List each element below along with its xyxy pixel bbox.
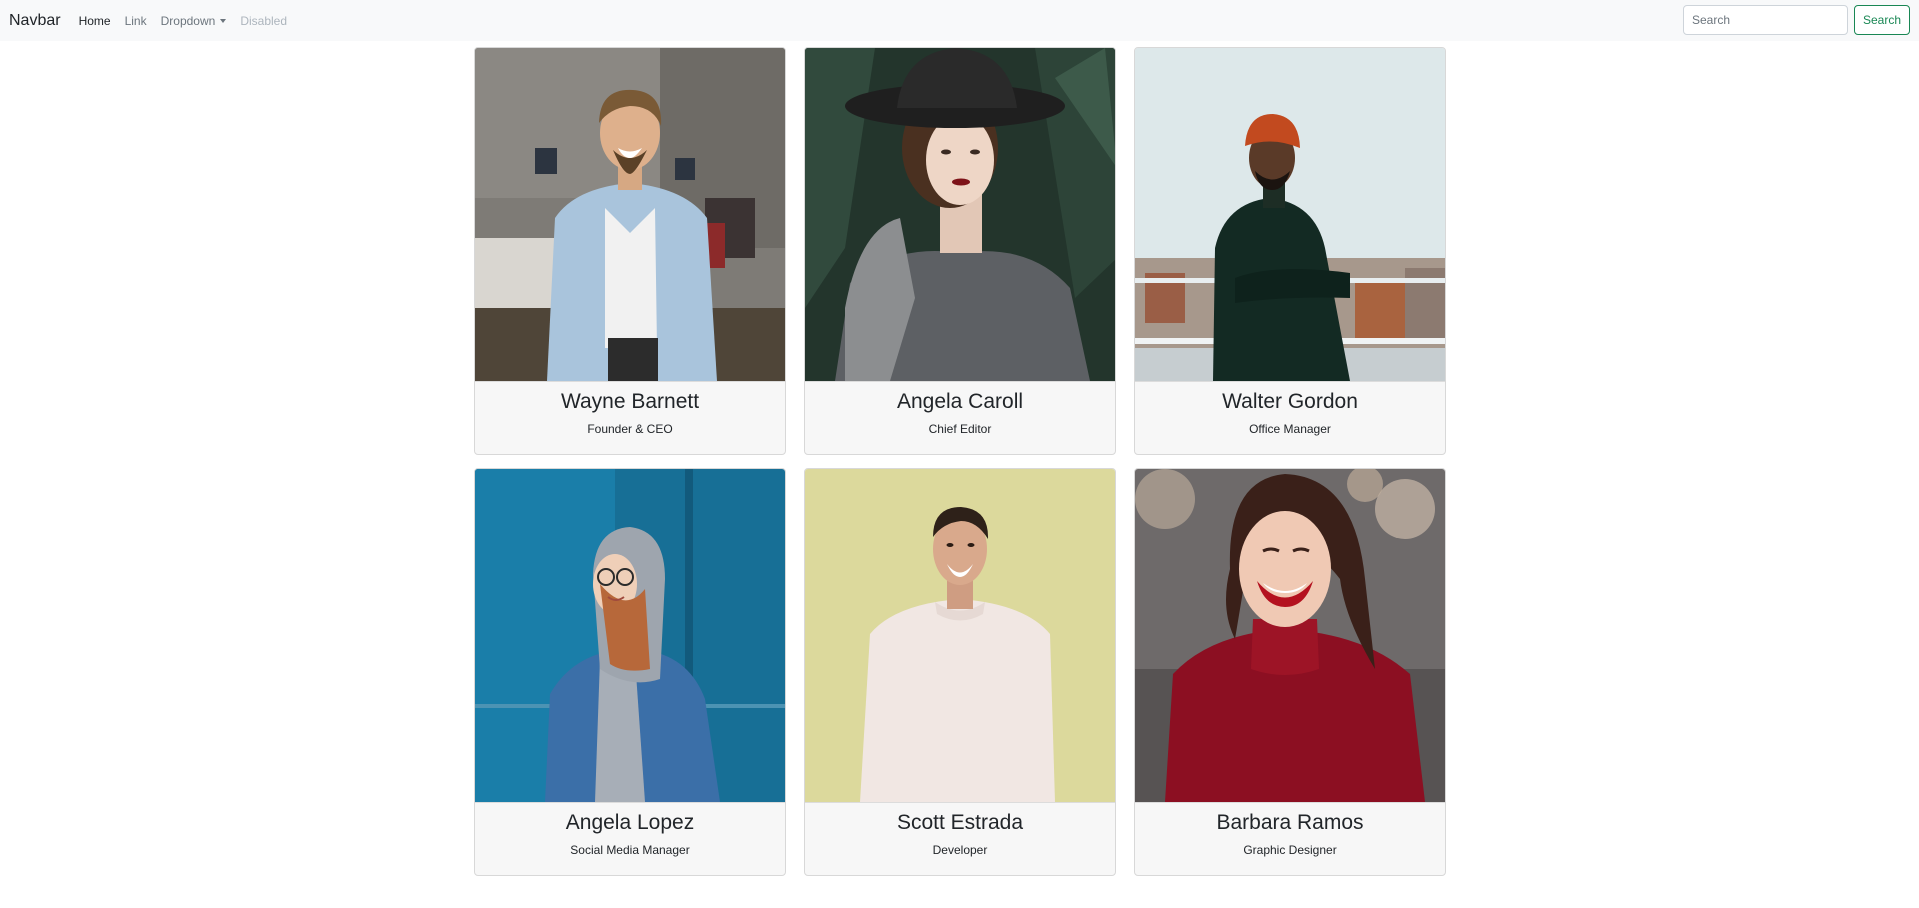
team-member-name: Angela Caroll (896, 390, 1024, 413)
team-photo (475, 48, 785, 381)
team-member-role: Founder & CEO (587, 422, 673, 436)
team-card: Scott Estrada Developer (804, 468, 1116, 876)
team-member-name: Wayne Barnett (560, 390, 700, 413)
team-card: Wayne Barnett Founder & CEO (474, 47, 786, 455)
nav-link-home[interactable]: Home (79, 14, 111, 28)
team-card-body: Wayne Barnett Founder & CEO (475, 381, 785, 454)
team-member-name: Walter Gordon (1222, 390, 1358, 413)
nav-link-link[interactable]: Link (125, 14, 147, 28)
team-photo (805, 469, 1115, 802)
team-photo (475, 469, 785, 802)
team-card-body: Angela Lopez Social Media Manager (475, 802, 785, 875)
team-photo (1135, 469, 1445, 802)
nav-dropdown-label: Dropdown (160, 13, 216, 28)
nav-dropdown-toggle[interactable]: Dropdown (161, 14, 227, 28)
team-member-role: Chief Editor (928, 422, 992, 436)
team-card: Angela Caroll Chief Editor (804, 47, 1116, 455)
team-card-body: Angela Caroll Chief Editor (805, 381, 1115, 454)
search-input[interactable] (1683, 5, 1848, 35)
team-member-role: Social Media Manager (570, 843, 690, 857)
team-grid: Wayne Barnett Founder & CEO Angela Carol… (474, 47, 1447, 876)
team-member-role: Office Manager (1249, 422, 1331, 436)
team-member-name: Scott Estrada (896, 811, 1024, 834)
team-member-role: Graphic Designer (1243, 843, 1337, 857)
team-member-role: Developer (932, 843, 988, 857)
team-photo (1135, 48, 1445, 381)
team-member-name: Angela Lopez (565, 811, 695, 834)
nav-link-disabled: Disabled (240, 13, 288, 28)
team-card: Barbara Ramos Graphic Designer (1134, 468, 1446, 876)
team-card-body: Barbara Ramos Graphic Designer (1135, 802, 1445, 875)
navbar-brand[interactable]: Navbar (9, 12, 61, 30)
team-card-body: Scott Estrada Developer (805, 802, 1115, 875)
team-card-body: Walter Gordon Office Manager (1135, 381, 1445, 454)
search-button[interactable]: Search (1854, 5, 1910, 35)
team-card: Angela Lopez Social Media Manager (474, 468, 786, 876)
team-member-name: Barbara Ramos (1216, 811, 1364, 834)
navbar: Navbar Home Link Dropdown Disabled Searc… (0, 0, 1919, 41)
search-form: Search (1683, 5, 1910, 35)
team-card: Walter Gordon Office Manager (1134, 47, 1446, 455)
team-photo (805, 48, 1115, 381)
caret-down-icon (220, 19, 227, 23)
